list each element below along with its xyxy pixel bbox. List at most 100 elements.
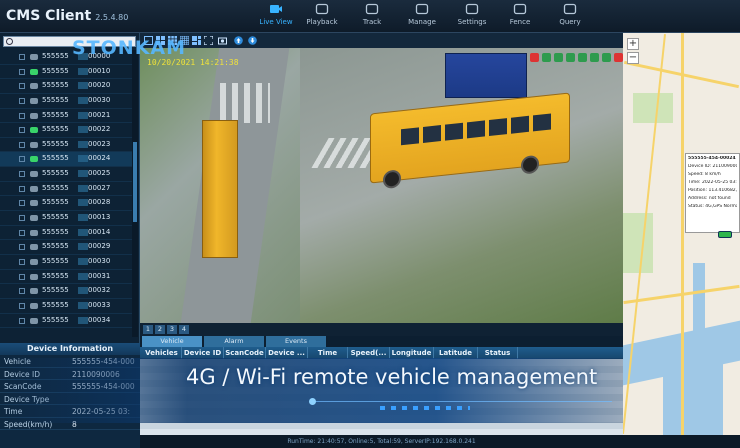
nav-label: Settings [457, 18, 487, 26]
redacted-mark [78, 82, 88, 90]
page-button-4[interactable]: 4 [179, 325, 189, 334]
zoom-out-button[interactable]: − [627, 52, 639, 64]
gear-icon [465, 3, 479, 15]
row-checkbox[interactable] [19, 141, 25, 148]
redacted-mark [78, 301, 88, 309]
download-icon[interactable] [248, 36, 257, 45]
tree-row[interactable]: 555555 00025 [0, 167, 132, 182]
row-checkbox[interactable] [19, 317, 25, 324]
row-checkbox[interactable] [19, 54, 25, 60]
nav-manage[interactable]: Manage [398, 2, 446, 31]
tab-events[interactable]: Events [266, 336, 326, 347]
tree-row[interactable]: 555555 00020 [0, 79, 132, 94]
banner-text: 4G / Wi-Fi remote vehicle management [186, 365, 598, 389]
page-button-1[interactable]: 1 [143, 325, 153, 334]
vehicle-icon [30, 229, 38, 236]
tree-row[interactable]: 555555 00022 [0, 123, 132, 138]
tree-row[interactable]: 555555 00014 [0, 226, 132, 241]
live-video-pane[interactable] [140, 48, 623, 323]
vehicle-icon [30, 156, 38, 163]
tree-row[interactable]: 555555 00028 [0, 196, 132, 212]
nav-playback[interactable]: Playback [298, 2, 346, 31]
vehicle-icon [30, 171, 38, 178]
popup-line: Address: not found [688, 196, 731, 201]
tab-vehicle[interactable]: Vehicle [142, 336, 202, 347]
vehicle-prefix: 555555 [42, 52, 69, 60]
app-version: 2.5.4.80 [95, 13, 129, 22]
page-button-3[interactable]: 3 [167, 325, 177, 334]
close-icon[interactable] [614, 53, 623, 62]
vehicle-prefix: 555555 [42, 227, 69, 236]
row-checkbox[interactable] [19, 171, 25, 178]
nav-track[interactable]: Track [348, 2, 396, 31]
vehicle-prefix: 555555 [42, 198, 69, 207]
vehicle-prefix: 555555 [42, 242, 69, 251]
row-checkbox[interactable] [19, 288, 25, 295]
map-footer [623, 435, 740, 448]
row-checkbox[interactable] [19, 229, 25, 236]
fullscreen-icon[interactable] [204, 36, 213, 45]
vehicle-icon [30, 185, 38, 192]
map-vehicle-popup: 555555-454-00024 Device ID: 2110090006 Spe… [685, 153, 740, 233]
nav-fence[interactable]: Fence [496, 2, 544, 31]
camera-view-top [140, 48, 300, 323]
nav-live-view[interactable]: Live View [252, 2, 300, 31]
nav-query[interactable]: Query [546, 2, 594, 31]
row-checkbox[interactable] [19, 273, 25, 280]
row-checkbox[interactable] [19, 200, 25, 207]
upload-icon[interactable] [234, 36, 243, 45]
video-toolbar [140, 33, 623, 48]
tree-row[interactable]: 555555 00027 [0, 182, 132, 197]
tree-row[interactable]: 555555 00031 [0, 270, 132, 285]
vehicle-icon [30, 317, 38, 324]
tree-row[interactable]: 555555 00024 [0, 152, 132, 168]
row-checkbox[interactable] [19, 215, 25, 222]
nav-settings[interactable]: Settings [448, 2, 496, 31]
tree-row[interactable]: 555555 00030 [0, 94, 132, 109]
row-checkbox[interactable] [19, 68, 25, 75]
tree-row[interactable]: 555555 00021 [0, 109, 132, 124]
row-checkbox[interactable] [19, 156, 25, 163]
map-view[interactable]: + − 555555-454-00024 Device ID: 211009000… [623, 33, 740, 435]
row-checkbox[interactable] [19, 112, 25, 119]
wifi-icon [578, 53, 587, 62]
row-checkbox[interactable] [19, 83, 25, 90]
tree-row[interactable]: 555555 00023 [0, 138, 132, 153]
row-checkbox[interactable] [19, 97, 25, 104]
tree-row[interactable]: 555555 00029 [0, 240, 132, 255]
bus-top-view [202, 120, 238, 258]
snapshot-icon[interactable] [218, 36, 227, 45]
vehicle-prefix: 555555 [42, 256, 69, 265]
scrollbar-thumb[interactable] [133, 142, 137, 222]
popup-line: 555555-454-00024 [688, 156, 736, 161]
vehicle-prefix: 555555 [42, 66, 69, 75]
layout-icon[interactable] [192, 36, 201, 45]
redacted-mark [78, 96, 88, 104]
nav-label: Manage [408, 18, 436, 26]
tree-row[interactable]: 555555 00013 [0, 211, 132, 226]
tree-scrollbar[interactable] [132, 50, 138, 337]
tree-row[interactable]: 555555 00030 [0, 255, 132, 270]
school-bus [370, 92, 570, 190]
tree-row[interactable]: 555555 00033 [0, 299, 132, 314]
nav-label: Track [362, 18, 382, 26]
vehicle-icon [30, 215, 38, 222]
vehicle-suffix: 00013 [88, 213, 111, 222]
row-checkbox[interactable] [19, 127, 25, 134]
tree-row[interactable]: 555555 00010 [0, 65, 132, 80]
row-checkbox[interactable] [19, 244, 25, 251]
vehicle-suffix: 00027 [88, 183, 111, 192]
nav-label: Playback [306, 18, 338, 26]
vehicle-prefix: 555555 [42, 95, 69, 104]
tree-row[interactable]: 555555 00032 [0, 284, 132, 299]
vehicle-marker-icon[interactable] [718, 231, 732, 238]
banner-dots [380, 406, 470, 410]
tree-row[interactable]: 555555 00034 [0, 314, 132, 329]
row-checkbox[interactable] [19, 302, 25, 309]
vehicle-icon [30, 244, 38, 251]
tab-alarm[interactable]: Alarm [204, 336, 264, 347]
row-checkbox[interactable] [19, 258, 25, 265]
zoom-in-button[interactable]: + [627, 38, 639, 50]
page-button-2[interactable]: 2 [155, 325, 165, 334]
row-checkbox[interactable] [19, 185, 25, 192]
